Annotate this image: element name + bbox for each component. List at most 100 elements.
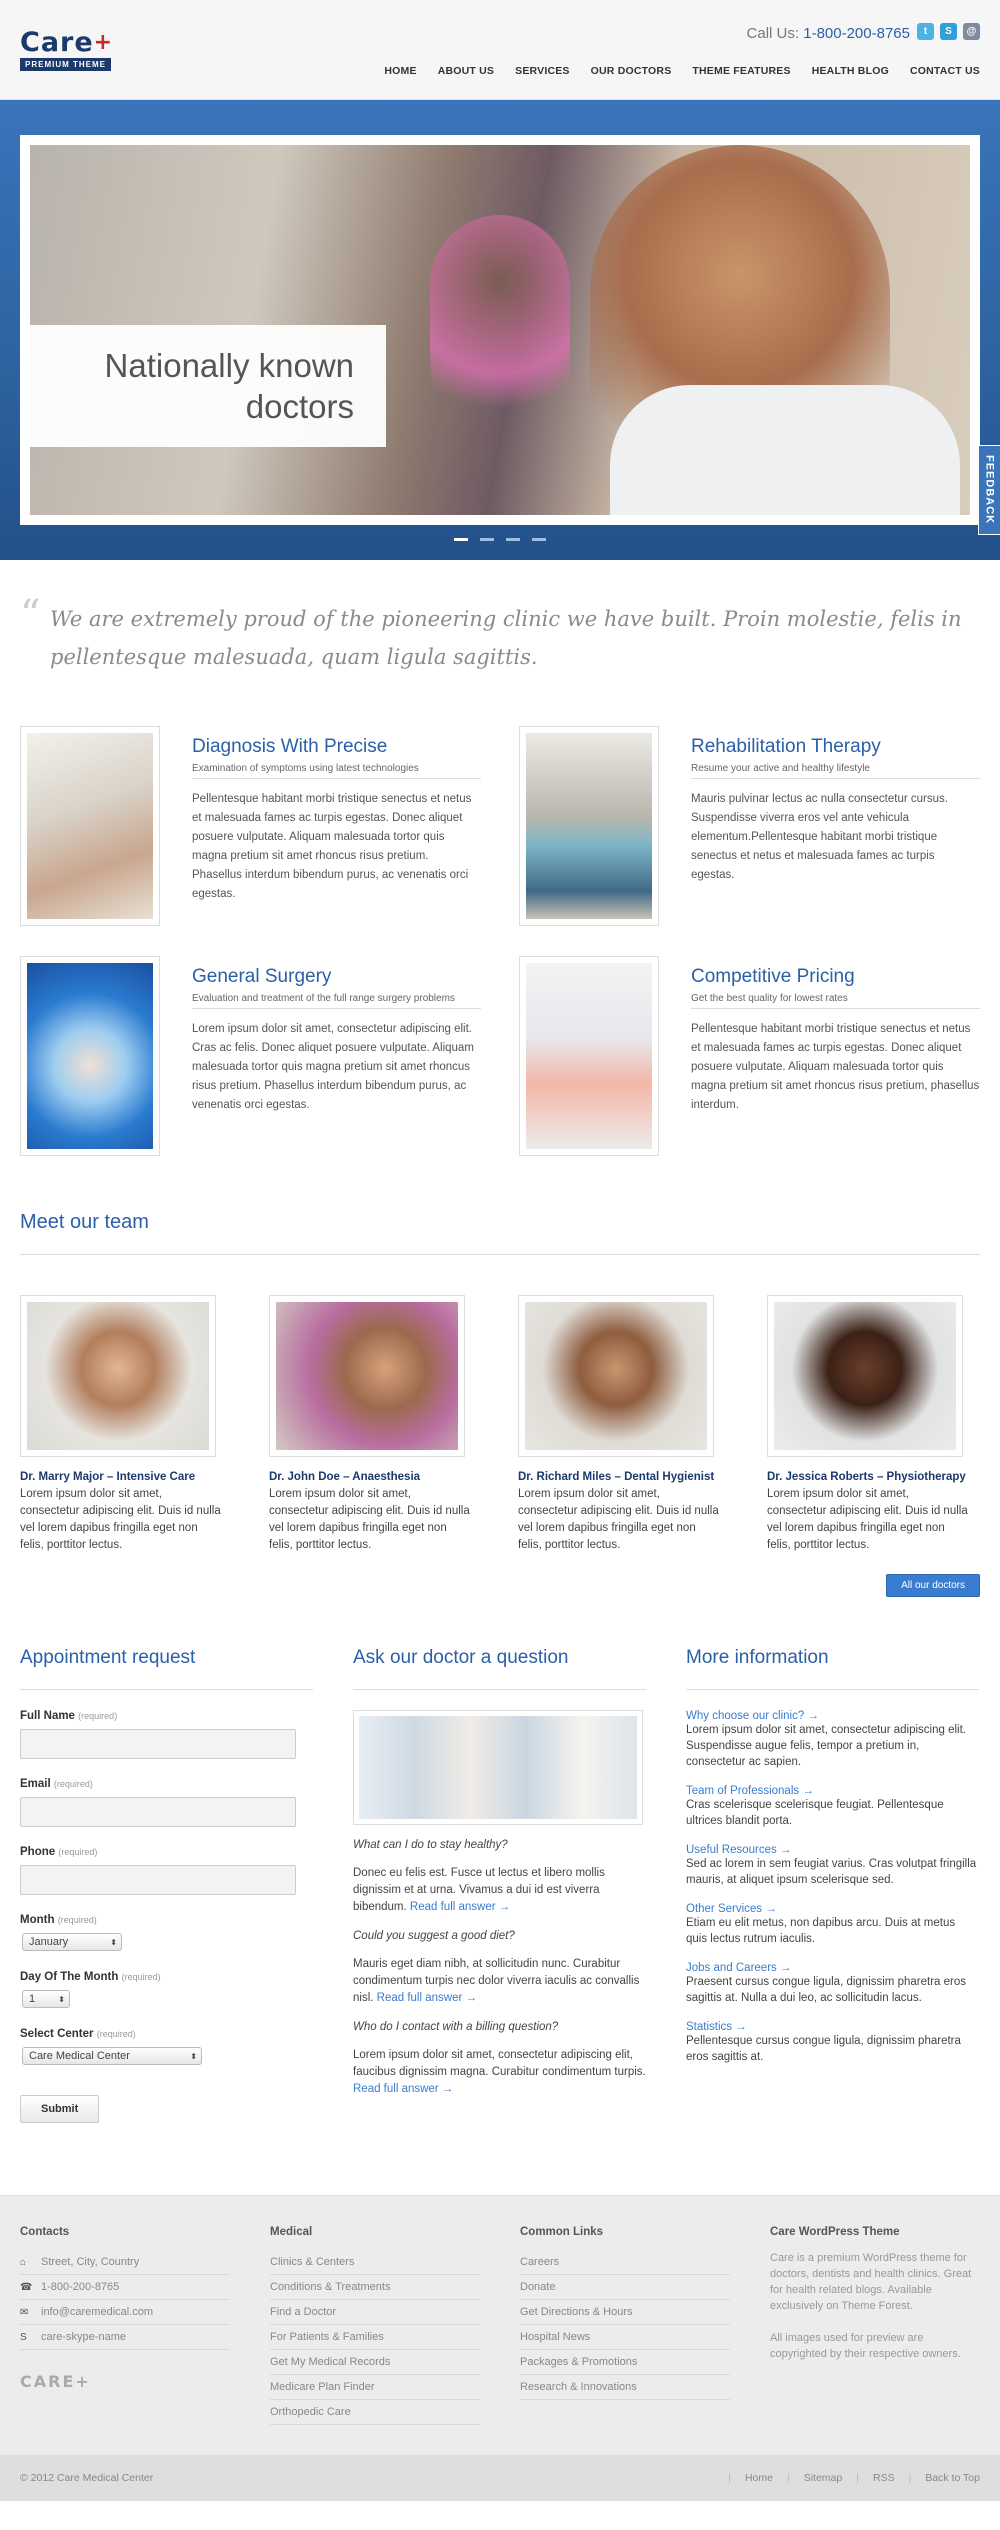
- footer-medical: Medical Clinics & Centers Conditions & T…: [270, 2226, 480, 2425]
- email-field[interactable]: [20, 1797, 296, 1827]
- info-link[interactable]: Other Services →: [686, 1903, 979, 1915]
- info-text: Lorem ipsum dolor sit amet, consectetur …: [686, 1724, 966, 1768]
- faq-answer: Donec eu felis est. Fusce ut lectus et l…: [353, 1867, 605, 1913]
- services-grid: Diagnosis With Precise Examination of sy…: [20, 706, 980, 1156]
- service-title[interactable]: Diagnosis With Precise: [192, 736, 481, 758]
- member-name[interactable]: Dr. Jessica Roberts – Physiotherapy: [767, 1471, 970, 1483]
- bottom-link-back-to-top[interactable]: Back to Top: [925, 2472, 980, 2484]
- nav-our-doctors[interactable]: OUR DOCTORS: [591, 65, 672, 77]
- footer-link[interactable]: Donate: [520, 2275, 730, 2300]
- nav-services[interactable]: SERVICES: [515, 65, 570, 77]
- footer-link[interactable]: Clinics & Centers: [270, 2250, 480, 2275]
- footer-link[interactable]: Find a Doctor: [270, 2300, 480, 2325]
- member-bio: Lorem ipsum dolor sit amet, consectetur …: [767, 1488, 968, 1551]
- faq-question: What can I do to stay healthy?: [353, 1839, 508, 1851]
- service-image[interactable]: [519, 726, 659, 926]
- footer-link[interactable]: For Patients & Families: [270, 2325, 480, 2350]
- slider-dot[interactable]: [480, 538, 494, 541]
- skype-icon[interactable]: S: [940, 23, 957, 40]
- more-info: More information Why choose our clinic? …: [686, 1647, 979, 2123]
- slider-dot[interactable]: [532, 538, 546, 541]
- footer-logo[interactable]: CARE+: [20, 2372, 230, 2391]
- service-subtitle: Resume your active and healthy lifestyle: [691, 763, 980, 779]
- lower-columns: Appointment request Full Name (required)…: [20, 1597, 980, 2195]
- email-label: Email (required): [20, 1778, 93, 1790]
- footer-link[interactable]: Medicare Plan Finder: [270, 2375, 480, 2400]
- nav-theme-features[interactable]: THEME FEATURES: [692, 65, 790, 77]
- member-photo[interactable]: [518, 1295, 714, 1457]
- member-photo[interactable]: [20, 1295, 216, 1457]
- submit-button[interactable]: Submit: [20, 2095, 100, 2123]
- team-list: Dr. Marry Major – Intensive Care Lorem i…: [20, 1295, 980, 1554]
- arrow-right-icon: →: [498, 1901, 511, 1913]
- info-link[interactable]: Why choose our clinic? →: [686, 1710, 979, 1722]
- select-arrows-icon: ⬍: [110, 1937, 117, 1947]
- phone-field[interactable]: [20, 1865, 296, 1895]
- bottom-link-sitemap[interactable]: Sitemap: [804, 2472, 843, 2484]
- footer-link[interactable]: Get Directions & Hours: [520, 2300, 730, 2325]
- info-link[interactable]: Statistics →: [686, 2021, 979, 2033]
- info-link[interactable]: Useful Resources →: [686, 1844, 979, 1856]
- footer-email[interactable]: ✉ info@caremedical.com: [20, 2300, 230, 2325]
- footer-link[interactable]: Packages & Promotions: [520, 2350, 730, 2375]
- call-number[interactable]: 1-800-200-8765: [803, 25, 910, 42]
- arrow-right-icon: →: [735, 2021, 747, 2033]
- service-image[interactable]: [20, 956, 160, 1156]
- footer-link[interactable]: Research & Innovations: [520, 2375, 730, 2400]
- read-more-link[interactable]: Read full answer →: [353, 2083, 453, 2095]
- full-name-field[interactable]: [20, 1729, 296, 1759]
- email-icon[interactable]: @: [963, 23, 980, 40]
- nav-health-blog[interactable]: HEALTH BLOG: [812, 65, 889, 77]
- site-footer: Contacts ⌂ Street, City, Country ☎ 1-800-2…: [0, 2195, 1000, 2455]
- slider-dot[interactable]: [506, 538, 520, 541]
- footer-address: ⌂ Street, City, Country: [20, 2250, 230, 2275]
- select-arrows-icon: ⬍: [58, 1994, 65, 2004]
- footer-link[interactable]: Careers: [520, 2250, 730, 2275]
- info-link[interactable]: Team of Professionals →: [686, 1785, 979, 1797]
- footer-skype[interactable]: Scare-skype-name: [20, 2325, 230, 2350]
- bottom-link-home[interactable]: Home: [745, 2472, 773, 2484]
- month-select[interactable]: January ⬍: [22, 1933, 122, 1951]
- center-select[interactable]: Care Medical Center ⬍: [22, 2047, 202, 2065]
- feedback-tab[interactable]: FEEDBACK: [978, 445, 1000, 535]
- mail-icon: ✉: [20, 2306, 29, 2318]
- twitter-icon[interactable]: t: [917, 23, 934, 40]
- nav-contact-us[interactable]: CONTACT US: [910, 65, 980, 77]
- info-link[interactable]: Jobs and Careers →: [686, 1962, 979, 1974]
- read-more-link[interactable]: Read full answer →: [377, 1992, 477, 2004]
- all-doctors-button[interactable]: All our doctors: [886, 1574, 980, 1597]
- read-more-link[interactable]: Read full answer →: [410, 1901, 510, 1913]
- footer-phone[interactable]: ☎ 1-800-200-8765: [20, 2275, 230, 2300]
- service-title[interactable]: Rehabilitation Therapy: [691, 736, 980, 758]
- slide-caption: Nationally known doctors: [30, 325, 386, 447]
- footer-contacts-title: Contacts: [20, 2226, 70, 2238]
- member-name[interactable]: Dr. John Doe – Anaesthesia: [269, 1471, 472, 1483]
- member-bio: Lorem ipsum dolor sit amet, consectetur …: [269, 1488, 470, 1551]
- member-name[interactable]: Dr. Richard Miles – Dental Hygienist: [518, 1471, 721, 1483]
- arrow-right-icon: →: [765, 1903, 777, 1915]
- member-bio: Lorem ipsum dolor sit amet, consectetur …: [518, 1488, 719, 1551]
- bottom-link-rss[interactable]: RSS: [873, 2472, 895, 2484]
- copyright-text: © 2012 Care Medical Center: [20, 2472, 154, 2484]
- nav-about-us[interactable]: ABOUT US: [438, 65, 494, 77]
- footer-link[interactable]: Get My Medical Records: [270, 2350, 480, 2375]
- service-title[interactable]: General Surgery: [192, 966, 481, 988]
- service-image[interactable]: [519, 956, 659, 1156]
- hero-banner: Nationally known doctors FEEDBACK: [0, 100, 1000, 560]
- bottom-links: | Home | Sitemap | RSS | Back to Top: [728, 2472, 980, 2484]
- service-image[interactable]: [20, 726, 160, 926]
- footer-link[interactable]: Orthopedic Care: [270, 2400, 480, 2425]
- footer-link[interactable]: Hospital News: [520, 2325, 730, 2350]
- footer-link[interactable]: Conditions & Treatments: [270, 2275, 480, 2300]
- day-select[interactable]: 1 ⬍: [22, 1990, 70, 2008]
- slider-dot[interactable]: [454, 538, 468, 541]
- member-name[interactable]: Dr. Marry Major – Intensive Care: [20, 1471, 223, 1483]
- image-slider[interactable]: Nationally known doctors: [20, 135, 980, 525]
- home-icon: ⌂: [20, 2256, 27, 2268]
- service-text: Mauris pulvinar lectus ac nulla consecte…: [691, 793, 948, 881]
- member-photo[interactable]: [269, 1295, 465, 1457]
- member-photo[interactable]: [767, 1295, 963, 1457]
- service-title[interactable]: Competitive Pricing: [691, 966, 980, 988]
- site-logo[interactable]: Care+ PREMIUM THEME: [20, 29, 145, 71]
- nav-home[interactable]: HOME: [384, 65, 416, 77]
